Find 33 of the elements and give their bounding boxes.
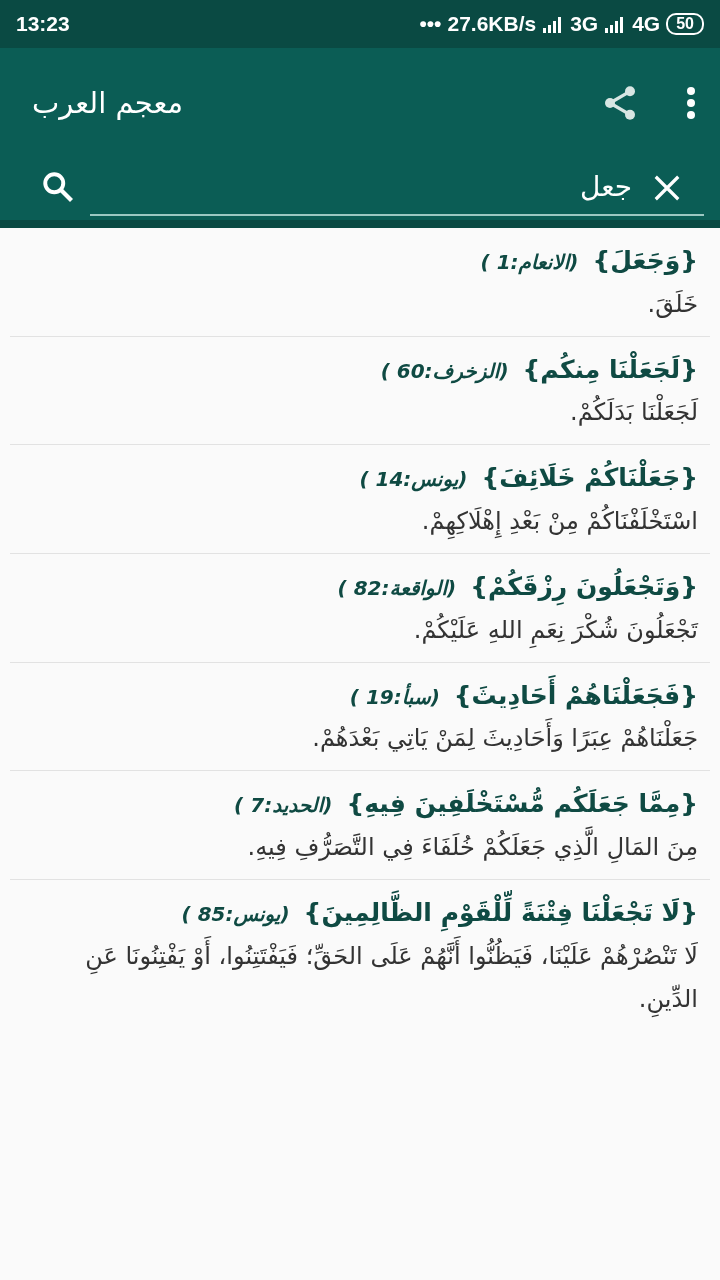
more-options-button[interactable] [686,86,696,120]
entry-phrase: {لَجَعَلْنَا مِنكُم} [522,348,698,392]
entry-phrase: {لَا تَجْعَلْنَا فِتْنَةً لِّلْقَوْمِ الظَّالِمِينَ} [303,892,698,935]
verse-reference: (سبأ:19 ) [349,682,440,711]
clock: 13:23 [16,12,70,36]
entry-phrase: {جَعَلْنَاكُمْ خَلَائِفَ} [481,457,698,500]
close-icon [652,173,682,203]
entry-meaning: لَا تَنْصُرْهُمْ عَلَيْنَا، فَيَظُنُّوا أَنَّهُمْ عَلَى الحَقِّ؛ فَيَفْتَتِنُوا، أَوْ يَفْتِنُونَا عَنِ الدِّينِ. [22,934,698,1021]
entry-meaning: اسْتَخْلَفْنَاكُمْ مِنْ بَعْدِ إِهْلَاكِهِمْ. [22,499,698,544]
entry-phrase: {مِمَّا جَعَلَكُم مُّسْتَخْلَفِينَ فِيهِ} [346,783,698,826]
network-type: 4G [632,12,661,36]
verse-reference: (الواقعة:82 ) [337,575,457,603]
network-speed: 27.6KB/s [447,12,537,36]
clear-button[interactable] [652,173,682,203]
entry-meaning: مِنَ المَالِ الَّذِي جَعَلَكُمْ خُلَفَاءَ فِي التَّصَرُّفِ فِيهِ. [22,825,698,870]
more-icon [686,86,696,120]
entry-meaning: تَجْعَلُونَ شُكْرَ نِعَمِ اللهِ عَلَيْكُمْ. [22,608,698,652]
notification-dots: ••• [419,12,442,36]
app-title: معجم العرب [32,86,184,120]
entry-phrase: {فَجَعَلْنَاهُمْ أَحَادِيثَ} [453,674,698,718]
network-type: 3G [570,12,599,36]
verse-reference: (الزخرف:60 ) [380,357,509,386]
verse-reference: (يونس:85 ) [181,901,290,929]
entry-phrase: {وَتَجْعَلُونَ رِزْقَكُمْ} [470,566,698,609]
verse-reference: (الحديد:7 ) [234,792,333,820]
verse-reference: (الانعام:1 ) [480,249,579,277]
battery-indicator: 50 [666,13,704,35]
entry-meaning: لَجَعَلْنَا بَدَلَكُمْ. [22,391,698,435]
verse-reference: (يونس:14 ) [359,466,468,494]
entry-meaning: جَعَلْنَاهُمْ عِبَرًا وَأَحَادِيثَ لِمَنْ يَاتِي بَعْدَهُمْ. [22,717,698,761]
entry-phrase: {وَجَعَلَ} [592,245,698,277]
search-input[interactable]: جعل [90,162,704,214]
entry-meaning: خَلَقَ. [646,288,698,320]
